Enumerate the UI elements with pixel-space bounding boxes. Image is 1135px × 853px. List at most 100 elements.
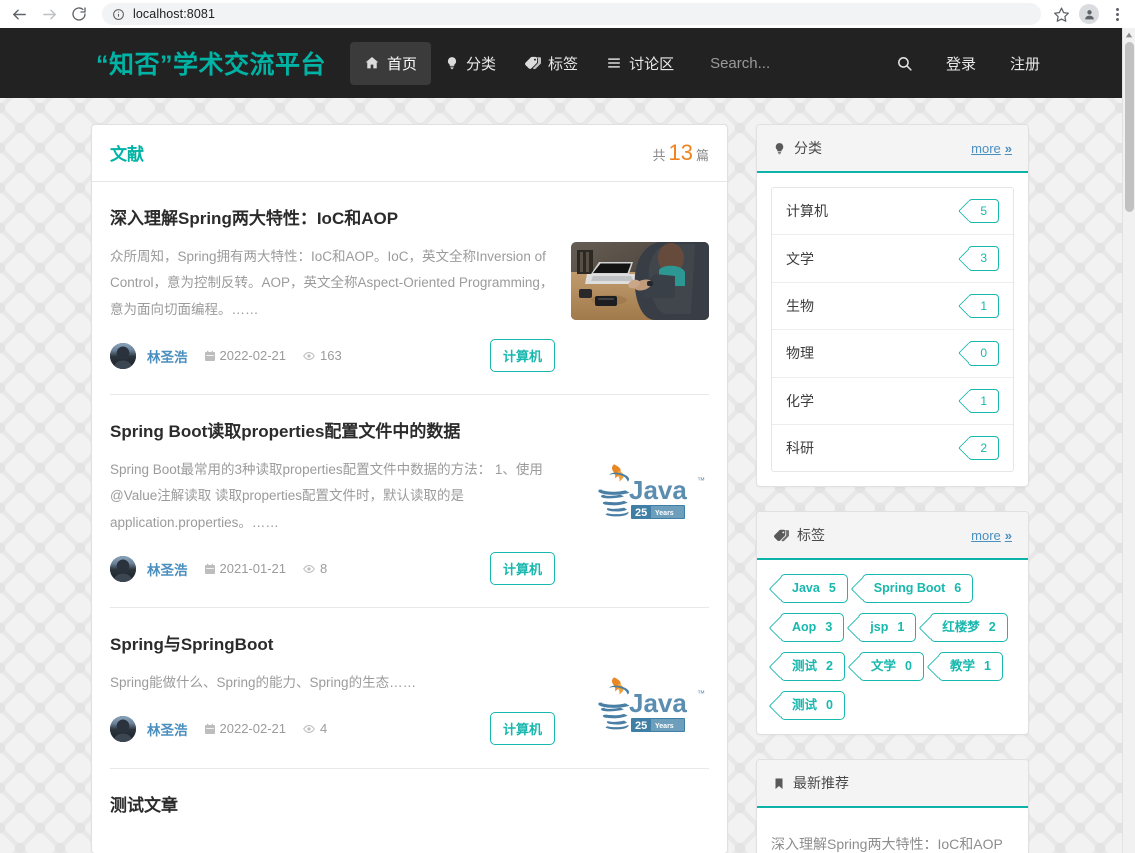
tags-panel-body: Java 5 Spring Boot 6 Aop 3 jsp 1 红楼梦 2 测试 2 文学… bbox=[757, 560, 1028, 734]
article-title[interactable]: 测试文章 bbox=[110, 795, 709, 817]
eye-icon bbox=[302, 563, 316, 575]
svg-text:Years: Years bbox=[655, 723, 674, 730]
browser-toolbar: localhost:8081 bbox=[0, 0, 1135, 28]
article-author[interactable]: 林圣浩 bbox=[147, 559, 188, 579]
scrollbar-up-arrow-icon[interactable] bbox=[1123, 28, 1135, 41]
lightbulb-icon bbox=[773, 141, 786, 156]
article-meta: 林圣浩 2022-02-21 bbox=[110, 712, 555, 746]
browser-reload-button[interactable] bbox=[64, 0, 94, 28]
java-logo: Java ™ 25 Years bbox=[598, 464, 705, 520]
tag-count: 1 bbox=[983, 659, 991, 674]
category-row[interactable]: 计算机 5 bbox=[772, 188, 1013, 236]
tag-label: Java bbox=[792, 581, 820, 596]
svg-text:Java: Java bbox=[629, 475, 687, 505]
article-thumbnail[interactable] bbox=[571, 242, 709, 320]
tag-chip[interactable]: 红楼梦 2 bbox=[930, 613, 1008, 643]
browser-profile-button[interactable] bbox=[1075, 0, 1103, 28]
tag-label: 测试 bbox=[792, 659, 818, 674]
browser-viewport: “知否”学术交流平台 首页 分类 标签 讨论区 Search... 登录 注册 … bbox=[0, 28, 1135, 853]
eye-icon bbox=[302, 350, 316, 362]
tag-chip[interactable]: 测试 0 bbox=[780, 691, 845, 721]
tag-chip[interactable]: Java 5 bbox=[780, 574, 848, 604]
tag-chip[interactable]: Aop 3 bbox=[780, 613, 845, 643]
nav-item-forum[interactable]: 讨论区 bbox=[592, 42, 688, 85]
browser-back-button[interactable] bbox=[4, 0, 34, 28]
article-category-pill[interactable]: 计算机 bbox=[489, 712, 555, 746]
lightbulb-icon bbox=[445, 55, 459, 71]
category-row[interactable]: 物理 0 bbox=[772, 330, 1013, 378]
browser-forward-button[interactable] bbox=[34, 0, 64, 28]
calendar-icon bbox=[204, 723, 216, 735]
article-title[interactable]: Spring Boot读取properties配置文件中的数据 bbox=[110, 421, 555, 443]
page-background: “知否”学术交流平台 首页 分类 标签 讨论区 Search... 登录 注册 … bbox=[0, 28, 1122, 853]
nav-item-categories-label: 分类 bbox=[466, 55, 497, 73]
recommend-item[interactable]: 深入理解Spring两大特性：IoC和AOP bbox=[771, 826, 1014, 853]
tag-count: 2 bbox=[826, 659, 833, 674]
nav-item-tags[interactable]: 标签 bbox=[510, 42, 592, 85]
nav-item-categories[interactable]: 分类 bbox=[431, 42, 510, 85]
category-row[interactable]: 生物 1 bbox=[772, 283, 1013, 331]
article-views-count: 163 bbox=[320, 348, 342, 364]
category-label: 生物 bbox=[786, 297, 814, 314]
svg-text:Java: Java bbox=[629, 688, 687, 718]
tag-chip[interactable]: 文学 0 bbox=[858, 652, 924, 682]
article-title[interactable]: 深入理解Spring两大特性：IoC和AOP bbox=[110, 208, 555, 230]
categories-more-link[interactable]: more » bbox=[971, 141, 1012, 156]
category-count-badge: 5 bbox=[968, 199, 999, 224]
article-views: 4 bbox=[302, 721, 327, 736]
tag-chip[interactable]: jsp 1 bbox=[858, 613, 917, 643]
tags-more-link[interactable]: more » bbox=[971, 528, 1012, 543]
recommend-panel: 最新推荐 深入理解Spring两大特性：IoC和AOP bbox=[756, 759, 1029, 853]
search-button[interactable] bbox=[890, 49, 919, 78]
main-column: 文献 共 13 篇 深入理解Spring两大特性：IoC和AOP 众所周知，Spri… bbox=[91, 124, 728, 853]
browser-address-bar[interactable]: localhost:8081 bbox=[102, 3, 1041, 25]
bookmark-star-icon[interactable] bbox=[1047, 0, 1075, 28]
scrollbar-thumb[interactable] bbox=[1125, 42, 1134, 212]
category-row[interactable]: 化学 1 bbox=[772, 378, 1013, 425]
article-thumbnail[interactable]: Java ™ 25 Years bbox=[571, 668, 709, 747]
article-date: 2021-01-21 bbox=[204, 561, 286, 576]
category-list: 计算机 5 文学 3 生物 1 物理 0 化学 1 科研 2 bbox=[771, 187, 1014, 473]
articles-card: 文献 共 13 篇 深入理解Spring两大特性：IoC和AOP 众所周知，Spri… bbox=[91, 124, 728, 853]
article-item[interactable]: Spring与SpringBoot Spring能做什么、Spring的能力、S… bbox=[110, 608, 709, 770]
article-title[interactable]: Spring与SpringBoot bbox=[110, 634, 555, 656]
category-count-badge: 2 bbox=[968, 435, 999, 461]
calendar-icon bbox=[204, 563, 216, 575]
tag-icon bbox=[524, 55, 542, 71]
site-brand[interactable]: “知否”学术交流平台 bbox=[96, 45, 326, 81]
site-info-icon[interactable] bbox=[112, 8, 125, 21]
laptop-photo bbox=[571, 242, 709, 320]
article-item[interactable]: 深入理解Spring两大特性：IoC和AOP 众所周知，Spring拥有两大特性… bbox=[110, 182, 709, 396]
nav-item-home[interactable]: 首页 bbox=[350, 41, 432, 85]
recommend-panel-body: 深入理解Spring两大特性：IoC和AOP bbox=[757, 808, 1028, 853]
search-input[interactable] bbox=[710, 48, 881, 78]
register-link[interactable]: 注册 bbox=[998, 43, 1052, 84]
tag-label: jsp bbox=[870, 620, 889, 635]
chevron-double-right-icon: » bbox=[1004, 527, 1012, 543]
page-container: 文献 共 13 篇 深入理解Spring两大特性：IoC和AOP 众所周知，Spri… bbox=[91, 98, 1122, 853]
article-item[interactable]: Spring Boot读取properties配置文件中的数据 Spring B… bbox=[110, 395, 709, 609]
article-item[interactable]: 测试文章 bbox=[110, 769, 709, 853]
article-category-pill[interactable]: 计算机 bbox=[489, 339, 555, 373]
article-author[interactable]: 林圣浩 bbox=[147, 346, 188, 366]
categories-panel: 分类 more » 计算机 5 文学 3 生物 1 物理 0 化学 1 科研 2 bbox=[756, 124, 1029, 488]
sidebar: 分类 more » 计算机 5 文学 3 生物 1 物理 0 化学 1 科研 2… bbox=[756, 124, 1029, 853]
login-link[interactable]: 登录 bbox=[934, 43, 988, 84]
article-count: 共 13 篇 bbox=[652, 140, 709, 166]
browser-toolbar-actions bbox=[1047, 0, 1131, 28]
article-author[interactable]: 林圣浩 bbox=[147, 719, 188, 739]
nav-item-home-label: 首页 bbox=[387, 55, 418, 73]
tag-chip[interactable]: 测试 2 bbox=[780, 652, 845, 682]
article-thumbnail[interactable]: Java ™ 25 Years bbox=[571, 455, 709, 534]
article-views: 8 bbox=[302, 561, 327, 576]
category-row[interactable]: 文学 3 bbox=[772, 235, 1013, 283]
category-row[interactable]: 科研 2 bbox=[772, 425, 1013, 471]
article-date-text: 2022-02-21 bbox=[219, 721, 287, 737]
browser-menu-icon[interactable] bbox=[1103, 0, 1131, 28]
article-category-pill[interactable]: 计算机 bbox=[489, 552, 555, 586]
tag-chip[interactable]: 教学 1 bbox=[937, 652, 1003, 682]
page-scrollbar[interactable] bbox=[1122, 28, 1135, 853]
article-date: 2022-02-21 bbox=[204, 348, 286, 363]
tag-chip[interactable]: Spring Boot 6 bbox=[861, 574, 974, 604]
categories-panel-body: 计算机 5 文学 3 生物 1 物理 0 化学 1 科研 2 bbox=[757, 173, 1028, 486]
